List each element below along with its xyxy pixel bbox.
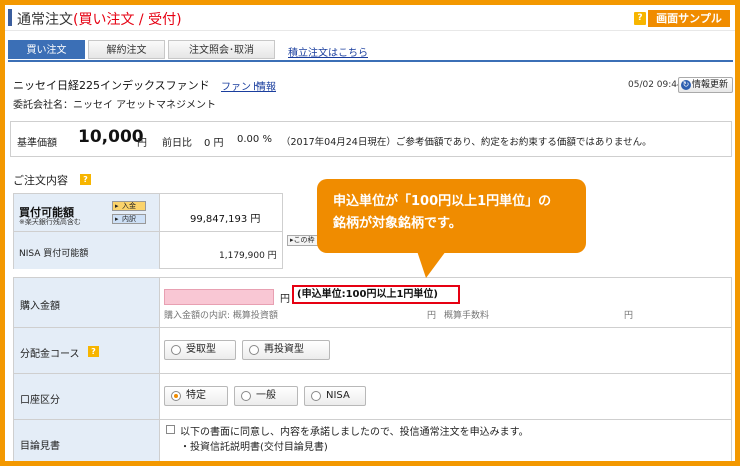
callout-tail bbox=[417, 251, 446, 278]
buying-power-row: 買付可能額 ※楽天銀行残高含む ▸ 入金 ▸ 内訳 99,847,193 円 bbox=[14, 194, 282, 232]
breakdown-label: 購入金額の内訳: 概算投資額 bbox=[164, 311, 278, 321]
tab-order-inquiry[interactable]: 注文照会･取消 bbox=[168, 40, 275, 59]
radio-icon bbox=[241, 391, 251, 401]
course-row: 分配金コース ? 受取型 再投資型 bbox=[14, 328, 731, 374]
account-option-label: 一般 bbox=[256, 390, 276, 401]
tab-buy-order[interactable]: 買い注文 bbox=[8, 40, 85, 59]
callout-line-2: 銘柄が対象銘柄です。 bbox=[333, 216, 462, 231]
refresh-button[interactable]: ↻ 情報更新 bbox=[678, 77, 733, 93]
prospectus-label-cell: 目論見書 bbox=[14, 420, 160, 461]
course-option-label: 受取型 bbox=[186, 344, 216, 355]
section-title: ご注文内容 bbox=[13, 174, 68, 187]
management-company: 委託会社名：ニッセイ アセットマネジメント bbox=[13, 100, 216, 111]
help-icon[interactable]: ? bbox=[88, 346, 99, 357]
radio-icon bbox=[171, 391, 181, 401]
course-option-reinvest[interactable]: 再投資型 bbox=[242, 340, 330, 360]
refresh-label: 情報更新 bbox=[692, 80, 729, 90]
detail-button[interactable]: ▸ 内訳 bbox=[112, 214, 146, 224]
radio-icon bbox=[249, 345, 259, 355]
nisa-buying-power-value: 1,179,900 円 bbox=[219, 251, 277, 261]
amount-unit: 円 bbox=[280, 294, 290, 305]
course-label: 分配金コース bbox=[20, 349, 80, 360]
callout-line-1: 申込単位が「100円以上1円単位」の bbox=[333, 194, 552, 209]
amount-row: 購入金額 円 (申込単位:100円以上1円単位) 購入金額の内訳: 概算投資額 … bbox=[14, 278, 731, 328]
order-form: 購入金額 円 (申込単位:100円以上1円単位) 購入金額の内訳: 概算投資額 … bbox=[13, 277, 732, 461]
page-title: 通常注文(買い注文 / 受付) bbox=[17, 9, 182, 29]
nav-value: 10,000 bbox=[78, 127, 144, 147]
breakdown-yen-2: 円 bbox=[624, 311, 634, 321]
account-option-label: 特定 bbox=[186, 390, 206, 401]
help-icon[interactable]: ? bbox=[634, 12, 646, 25]
prospectus-row: 目論見書 以下の書面に同意し、内容を承諾しましたので、投信通常注文を申込みます。… bbox=[14, 420, 731, 461]
breakdown-fee-label: 概算手数料 bbox=[444, 311, 490, 321]
nisa-frame-link[interactable]: ▸この枠 bbox=[287, 235, 321, 246]
unit-note: (申込単位:100円以上1円単位) bbox=[292, 285, 460, 304]
buying-power-value: 99,847,193 円 bbox=[190, 214, 261, 225]
deposit-label: 入金 bbox=[122, 202, 136, 210]
buying-power-table: 買付可能額 ※楽天銀行残高含む ▸ 入金 ▸ 内訳 99,847,193 円 NIS… bbox=[13, 193, 283, 269]
deposit-button[interactable]: ▸ 入金 bbox=[112, 201, 146, 211]
amount-label-cell: 購入金額 bbox=[14, 278, 160, 327]
change-value: 0 円 bbox=[204, 138, 224, 149]
nisa-buying-power-label: NISA 買付可能額 bbox=[19, 249, 89, 259]
help-icon[interactable]: ? bbox=[80, 174, 91, 185]
screen-frame: 通常注文(買い注文 / 受付) ? 画面サンプル 買い注文 解約注文 注文照会･… bbox=[0, 0, 740, 466]
nav-unit: 円 bbox=[137, 138, 147, 149]
fund-name: ニッセイ日経225インデックスファンド bbox=[13, 79, 210, 92]
amount-input[interactable] bbox=[164, 289, 274, 305]
nav-price-box: 基準価額 10,000 円 前日比 0 円 0.00 % （2017年04月24… bbox=[10, 121, 732, 157]
breakdown-yen-1: 円 bbox=[427, 311, 437, 321]
page-title-main: 通常注文 bbox=[17, 12, 73, 28]
sample-badge: 画面サンプル bbox=[648, 10, 730, 27]
agree-text: 以下の書面に同意し、内容を承諾しましたので、投信通常注文を申込みます。 bbox=[180, 427, 529, 438]
title-accent-bar bbox=[8, 9, 12, 26]
nisa-frame-label: この枠 bbox=[293, 236, 315, 244]
course-label-cell: 分配金コース ? bbox=[14, 328, 160, 373]
account-option-nisa[interactable]: NISA bbox=[304, 386, 366, 406]
amount-label: 購入金額 bbox=[20, 301, 60, 312]
annotation-callout: 申込単位が「100円以上1円単位」の 銘柄が対象銘柄です。 bbox=[317, 179, 586, 253]
change-label: 前日比 bbox=[162, 138, 192, 149]
account-option-specific[interactable]: 特定 bbox=[164, 386, 228, 406]
update-timestamp: 05/02 09:44 bbox=[628, 80, 683, 90]
account-label-cell: 口座区分 bbox=[14, 374, 160, 419]
page-header: 通常注文(買い注文 / 受付) ? 画面サンプル bbox=[5, 5, 735, 31]
nisa-label-cell: NISA 買付可能額 bbox=[14, 232, 160, 269]
tab-sell-order[interactable]: 解約注文 bbox=[88, 40, 165, 59]
course-option-receive[interactable]: 受取型 bbox=[164, 340, 236, 360]
prospectus-doc-text: ・投資信託説明書(交付目論見書) bbox=[180, 442, 328, 453]
account-row: 口座区分 特定 一般 NISA bbox=[14, 374, 731, 420]
nav-label: 基準価額 bbox=[17, 138, 57, 149]
buying-power-label-cell: 買付可能額 ※楽天銀行残高含む ▸ 入金 ▸ 内訳 bbox=[14, 194, 160, 231]
refresh-icon: ↻ bbox=[681, 80, 691, 90]
fund-info-link[interactable]: 情報 bbox=[256, 78, 276, 93]
radio-icon bbox=[171, 345, 181, 355]
detail-label: 内訳 bbox=[122, 215, 136, 223]
regular-order-link[interactable]: 積立注文はこちら bbox=[288, 44, 368, 59]
change-percent: 0.00 % bbox=[237, 134, 272, 145]
tab-underline bbox=[8, 60, 733, 62]
account-option-general[interactable]: 一般 bbox=[234, 386, 298, 406]
radio-icon bbox=[311, 391, 321, 401]
agree-checkbox[interactable] bbox=[166, 425, 175, 434]
prospectus-label: 目論見書 bbox=[20, 441, 60, 452]
account-option-label: NISA bbox=[326, 390, 350, 401]
course-option-label: 再投資型 bbox=[264, 344, 304, 355]
buying-power-sublabel: ※楽天銀行残高含む bbox=[19, 218, 81, 226]
price-note: （2017年04月24日現在）ご参考価額であり、約定をお約束する価額ではありませ… bbox=[281, 137, 652, 148]
fund-link[interactable]: ファンド bbox=[221, 78, 261, 93]
account-label: 口座区分 bbox=[20, 395, 60, 406]
page-title-mode: (買い注文 / 受付) bbox=[73, 12, 182, 28]
